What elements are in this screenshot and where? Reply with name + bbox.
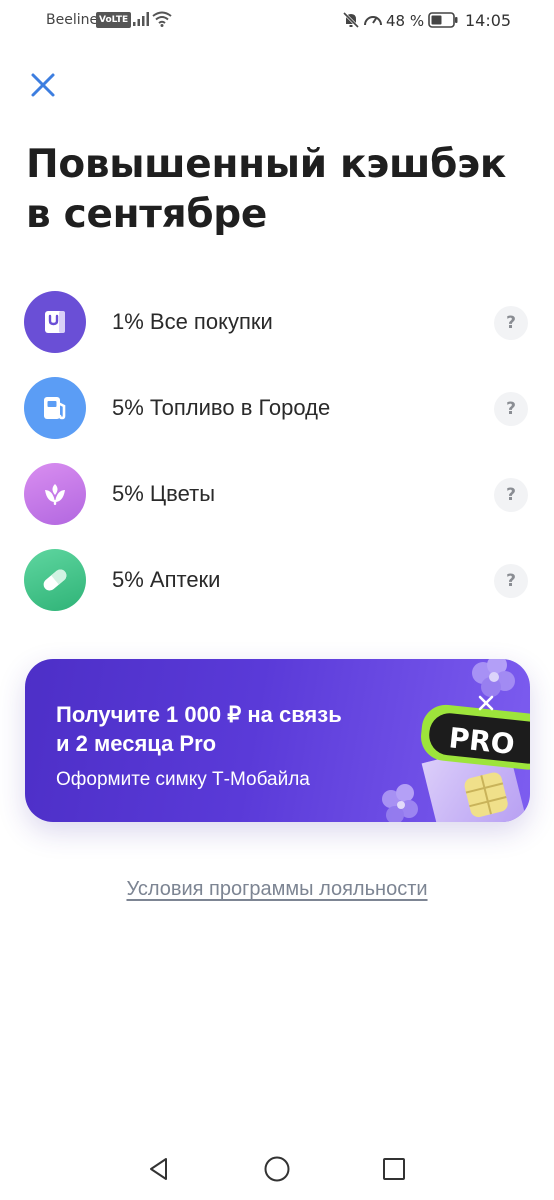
carrier-name: Beeline <box>46 12 99 28</box>
help-icon: ? <box>506 313 516 333</box>
cashback-item-all-purchases[interactable]: 1% Все покупки ? <box>0 281 554 361</box>
sim-card-illustration: PRO <box>382 659 530 822</box>
promo-banner[interactable]: Получите 1 000 ₽ на связь и 2 месяца Pro… <box>25 659 530 822</box>
help-button[interactable]: ? <box>494 564 528 598</box>
battery-percent: 48 % <box>386 12 425 30</box>
promo-title: Получите 1 000 ₽ на связь и 2 месяца Pro <box>56 700 386 758</box>
loyalty-terms-link[interactable]: Условия программы лояльности <box>0 878 554 901</box>
help-icon: ? <box>506 399 516 419</box>
cashback-item-pharmacy[interactable]: 5% Аптеки ? <box>0 539 554 619</box>
help-button[interactable]: ? <box>494 306 528 340</box>
status-bar: Beeline VoLTE 48 % 14:05 <box>0 0 554 44</box>
pro-badge-text: PRO <box>447 721 516 761</box>
page-title-line1: Повышенный кэшбэк <box>26 142 507 187</box>
recent-apps-icon[interactable] <box>382 1157 406 1181</box>
help-icon: ? <box>506 571 516 591</box>
signal-icon <box>133 12 149 26</box>
flower-decoration <box>382 784 418 822</box>
speed-icon <box>364 16 382 26</box>
help-button[interactable]: ? <box>494 392 528 426</box>
volte-badge: VoLTE <box>96 12 132 28</box>
fuel-icon <box>24 377 86 439</box>
close-button[interactable] <box>26 68 60 102</box>
page-title: Повышенный кэшбэк в сентябре <box>26 140 526 240</box>
cashback-item-label: 5% Аптеки <box>112 567 221 592</box>
home-icon[interactable] <box>263 1155 291 1183</box>
wifi-icon <box>152 11 172 27</box>
shopping-bag-icon <box>24 291 86 353</box>
promo-title-line1: Получите 1 000 ₽ на связь <box>56 702 342 727</box>
flower-icon <box>24 463 86 525</box>
cashback-item-fuel[interactable]: 5% Топливо в Городе ? <box>0 367 554 447</box>
cashback-item-label: 1% Все покупки <box>112 309 273 334</box>
bell-muted-icon <box>342 11 360 29</box>
page-title-line2: в сентябре <box>26 192 268 237</box>
clock: 14:05 <box>465 11 512 30</box>
cashback-item-label: 5% Топливо в Городе <box>112 395 331 420</box>
close-icon[interactable] <box>472 689 500 717</box>
promo-title-line2: и 2 месяца Pro <box>56 731 217 756</box>
cashback-item-label: 5% Цветы <box>112 481 216 506</box>
close-icon <box>31 73 55 97</box>
help-icon: ? <box>506 485 516 505</box>
cashback-item-flowers[interactable]: 5% Цветы ? <box>0 453 554 533</box>
battery-icon <box>428 12 458 28</box>
back-icon[interactable] <box>146 1156 172 1182</box>
pill-icon <box>24 549 86 611</box>
help-button[interactable]: ? <box>494 478 528 512</box>
promo-subtitle: Оформите симку Т-Мобайла <box>56 769 310 790</box>
